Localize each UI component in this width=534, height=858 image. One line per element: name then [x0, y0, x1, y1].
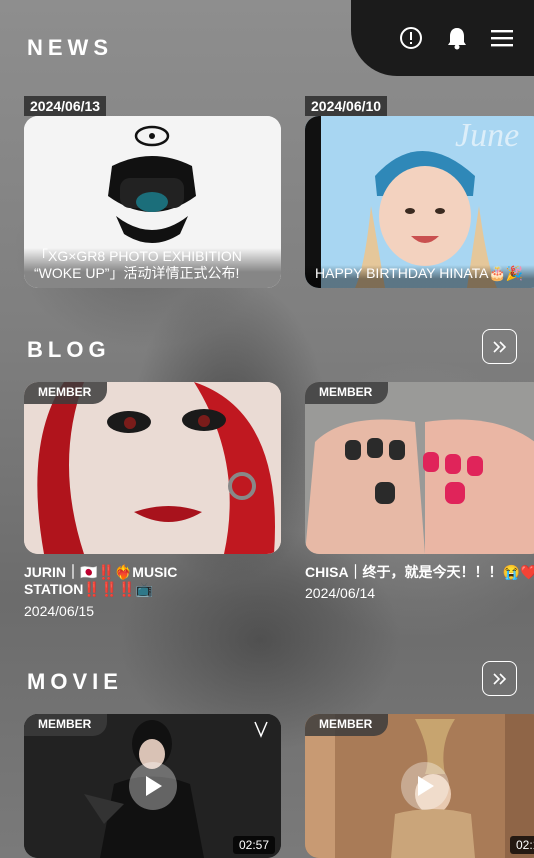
- play-icon[interactable]: [128, 762, 177, 810]
- news-card[interactable]: June HAPPY BIRTHDAY HINATA🎂🎉: [305, 116, 534, 288]
- video-duration: 02:57: [232, 836, 275, 854]
- blog-post-date: 2024/06/15: [24, 603, 95, 619]
- blog-card[interactable]: MEMBER: [305, 382, 534, 554]
- play-icon[interactable]: [401, 762, 449, 810]
- news-caption: HAPPY BIRTHDAY HINATA🎂🎉: [305, 265, 534, 288]
- double-chevron-right-icon: [492, 672, 506, 685]
- blog-more-button[interactable]: [482, 329, 517, 364]
- member-badge: MEMBER: [305, 382, 389, 404]
- exclamation-circle-icon[interactable]: [398, 25, 424, 51]
- blog-thumbnail: [24, 382, 281, 554]
- double-chevron-right-icon: [492, 340, 506, 353]
- news-card[interactable]: 「XG×GR8 PHOTO EXHIBITION “WOKE UP”」活动详情正…: [24, 116, 281, 288]
- hamburger-menu-icon[interactable]: [489, 25, 515, 51]
- news-date-badge: 2024/06/13: [24, 96, 107, 116]
- news-caption: 「XG×GR8 PHOTO EXHIBITION “WOKE UP”」活动详情正…: [24, 248, 281, 288]
- news-section-title: NEWS: [27, 35, 113, 60]
- movie-card[interactable]: MEMBER 02:57: [24, 714, 281, 858]
- blog-post-date: 2024/06/14: [305, 585, 376, 601]
- member-badge: MEMBER: [305, 714, 389, 736]
- blog-post-title[interactable]: CHISA｜终于，就是今天！！！😭❤️: [305, 564, 534, 581]
- blog-card[interactable]: MEMBER: [24, 382, 281, 554]
- svg-text:June: June: [455, 117, 519, 154]
- news-thumbnail: June: [305, 116, 534, 288]
- member-badge: MEMBER: [24, 382, 108, 404]
- blog-post-title[interactable]: JURIN｜🇯🇵‼️❤️‍🔥MUSIC STATION‼️‼️‼️📺: [24, 564, 264, 598]
- member-badge: MEMBER: [24, 714, 108, 736]
- blog-thumbnail: [305, 382, 534, 554]
- blog-section-title: BLOG: [27, 337, 111, 362]
- movie-section-title: MOVIE: [27, 669, 123, 694]
- bell-icon[interactable]: [444, 25, 470, 51]
- video-duration: 02:1: [510, 836, 534, 854]
- movie-more-button[interactable]: [482, 661, 517, 696]
- news-date-badge: 2024/06/10: [305, 96, 388, 116]
- movie-card[interactable]: MEMBER 02:1: [305, 714, 534, 858]
- header-bar: [351, 0, 534, 76]
